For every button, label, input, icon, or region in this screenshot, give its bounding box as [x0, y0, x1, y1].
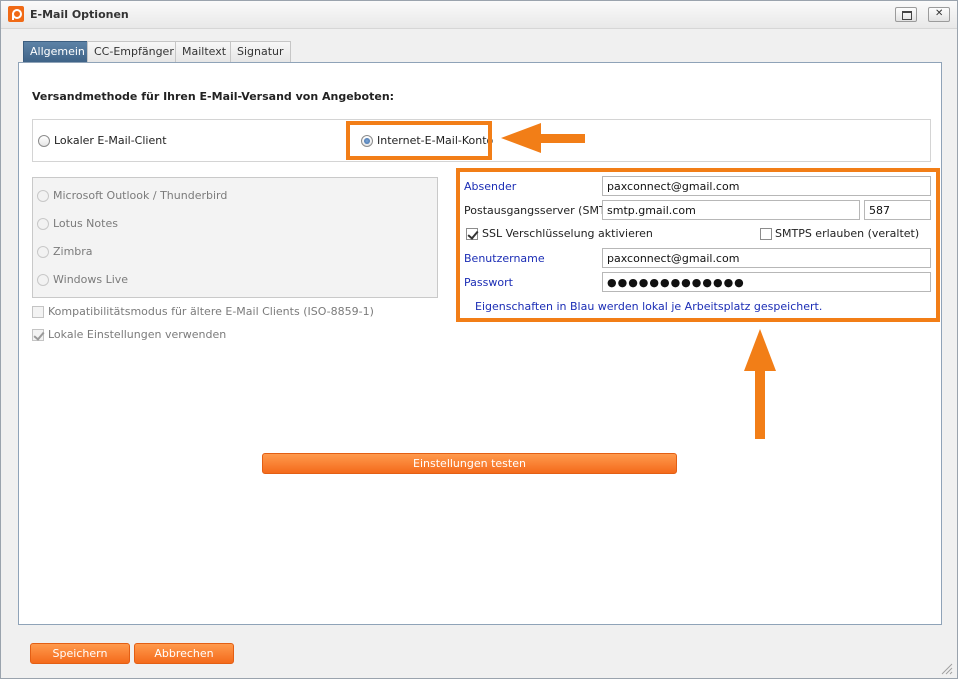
general-panel: Versandmethode für Ihren E-Mail-Versand … — [18, 62, 942, 625]
label-sender: Absender — [464, 180, 517, 193]
label-lotus-notes: Lotus Notes — [53, 217, 118, 230]
tab-cc-empfaenger[interactable]: CC-Empfänger — [87, 41, 181, 62]
checkbox-compat-mode[interactable] — [32, 306, 44, 318]
blue-properties-note: Eigenschaften in Blau werden lokal je Ar… — [475, 300, 823, 313]
label-outlook: Microsoft Outlook / Thunderbird — [53, 189, 228, 202]
radio-lotus-notes[interactable] — [37, 218, 49, 230]
label-local-settings: Lokale Einstellungen verwenden — [48, 328, 227, 341]
resize-grip-icon[interactable] — [939, 661, 953, 675]
label-local-client[interactable]: Lokaler E-Mail-Client — [54, 134, 167, 147]
label-ssl: SSL Verschlüsselung aktivieren — [482, 227, 653, 240]
title-bar: E-Mail Optionen — [1, 1, 957, 29]
section-title: Versandmethode für Ihren E-Mail-Versand … — [32, 90, 395, 103]
sender-input[interactable]: paxconnect@gmail.com — [602, 176, 931, 196]
smtp-input[interactable]: smtp.gmail.com — [602, 200, 860, 220]
tab-allgemein[interactable]: Allgemein — [23, 41, 92, 62]
label-compat-mode: Kompatibilitätsmodus für ältere E-Mail C… — [48, 305, 374, 318]
label-windows-live: Windows Live — [53, 273, 129, 286]
cancel-button[interactable]: Abbrechen — [134, 643, 234, 664]
radio-windows-live[interactable] — [37, 274, 49, 286]
tab-signatur[interactable]: Signatur — [230, 41, 291, 62]
close-button[interactable] — [928, 7, 950, 22]
checkbox-ssl[interactable] — [466, 228, 478, 240]
port-input[interactable]: 587 — [864, 200, 931, 220]
label-username: Benutzername — [464, 252, 545, 265]
password-input[interactable]: ●●●●●●●●●●●●● — [602, 272, 931, 292]
radio-outlook[interactable] — [37, 190, 49, 202]
checkbox-local-settings[interactable] — [32, 329, 44, 341]
save-button[interactable]: Speichern — [30, 643, 130, 664]
window-title: E-Mail Optionen — [30, 8, 129, 21]
label-smtps: SMTPS erlauben (veraltet) — [775, 227, 920, 240]
local-client-options: Microsoft Outlook / Thunderbird Lotus No… — [32, 177, 438, 298]
radio-local-client[interactable] — [38, 135, 50, 147]
label-password: Passwort — [464, 276, 513, 289]
label-zimbra: Zimbra — [53, 245, 93, 258]
test-settings-button[interactable]: Einstellungen testen — [262, 453, 677, 474]
up-arrow-annotation — [744, 329, 776, 439]
highlight-internet-account — [346, 121, 492, 160]
username-input[interactable]: paxconnect@gmail.com — [602, 248, 931, 268]
maximize-button[interactable] — [895, 7, 917, 22]
left-arrow-annotation — [501, 123, 585, 153]
checkbox-smtps[interactable] — [760, 228, 772, 240]
tab-mailtext[interactable]: Mailtext — [175, 41, 234, 62]
app-logo-icon — [8, 6, 24, 22]
label-smtp: Postausgangsserver (SMTP) — [464, 204, 617, 217]
radio-zimbra[interactable] — [37, 246, 49, 258]
email-options-window: E-Mail Optionen Allgemein CC-Empfänger M… — [0, 0, 958, 679]
